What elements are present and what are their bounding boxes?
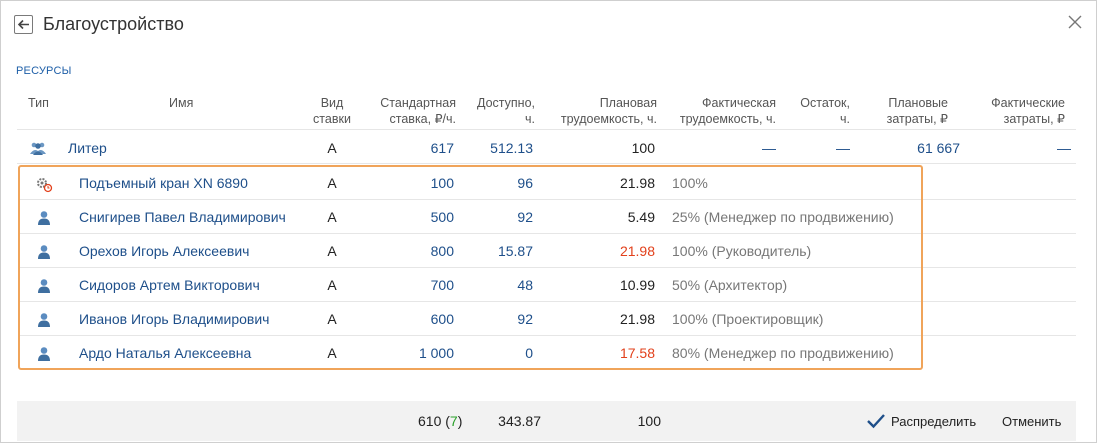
col-plan-cost: Плановые затраты, ₽ [886,96,948,126]
resource-name[interactable]: Орехов Игорь Алексеевич [79,242,249,260]
group-remainder: — [836,140,850,156]
group-plan-cost: 61 667 [917,140,960,156]
person-icon [38,313,50,327]
col-plan-labor: Плановая трудоемкость, ч. [560,96,657,126]
resource-std-rate: 700 [430,277,454,293]
group-fact-labor: — [762,140,776,156]
resource-std-rate: 600 [430,311,454,327]
resource-plan-labor[interactable]: 5.49 [545,208,655,226]
resource-rate-kind: А [327,209,337,225]
col-std-rate: Стандартная ставка, ₽/ч. [380,96,456,126]
person-icon [38,245,50,259]
resource-available: 48 [517,277,533,293]
resource-fact-labor: 25% (Менеджер по продвижению) [672,209,894,225]
col-remainder: Остаток, ч. [800,96,850,126]
row-divider [20,199,1076,200]
group-fact-cost: — [1057,140,1071,156]
row-divider [20,335,1076,336]
col-fact-cost: Фактические затраты, ₽ [991,96,1065,126]
resource-rate-kind: А [327,345,337,361]
footer-rate-count: 7 [449,413,458,429]
resource-available: 92 [517,209,533,225]
resource-std-rate: 100 [430,175,454,191]
footer-available-total: 343.87 [498,413,541,429]
resource-rate-kind: А [327,311,337,327]
resource-fact-labor: 100% (Проектировщик) [672,311,824,327]
dialog-title: Благоустройство [43,14,184,34]
row-divider [20,233,1076,234]
resource-plan-labor[interactable]: 17.58 [545,344,655,362]
row-divider [20,267,1076,268]
cancel-button[interactable]: Отменить [1002,404,1061,438]
resource-name[interactable]: Ардо Наталья Алексеевна [79,344,251,362]
resource-name[interactable]: Подъемный кран XN 6890 [79,174,248,192]
resource-name[interactable]: Сидоров Артем Викторович [79,276,260,294]
row-divider [20,301,1076,302]
resource-fact-labor: 100% (Руководитель) [672,243,812,259]
header-divider [17,129,1076,130]
footer-rate-total: 610 (7) [418,413,463,429]
resource-available: 15.87 [497,243,533,259]
resource-std-rate: 800 [430,243,454,259]
checkmark-icon [867,414,885,429]
resource-available: 96 [517,175,533,191]
person-icon [38,211,50,225]
col-rate-kind: Вид ставки [313,96,351,126]
resource-name[interactable]: Иванов Игорь Владимирович [79,310,269,328]
resource-rate-kind: А [327,175,337,191]
person-icon [38,347,50,361]
col-type: Тип [28,96,49,110]
resource-fact-labor: 50% (Архитектор) [672,277,788,293]
crane-gear-icon [37,178,53,193]
person-icon [38,279,50,293]
resource-std-rate: 500 [430,209,454,225]
group-divider [17,163,1076,164]
resource-fact-labor: 80% (Менеджер по продвижению) [672,345,894,361]
resource-rate-kind: А [327,243,337,259]
group-std-rate: 617 [430,140,454,156]
close-icon[interactable] [1066,13,1084,31]
distribute-button[interactable]: Распределить [866,404,976,438]
col-name: Имя [169,96,194,110]
group-icon [30,142,46,155]
resource-plan-labor[interactable]: 21.98 [545,174,655,192]
group-rate-kind: А [327,140,337,156]
section-label: РЕСУРСЫ [16,65,72,77]
resource-name[interactable]: Снигирев Павел Владимирович [79,208,286,226]
back-button[interactable] [14,15,33,34]
col-available: Доступно, ч. [476,96,535,126]
resource-available: 0 [525,345,533,361]
resource-fact-labor: 100% [672,175,708,191]
resource-plan-labor[interactable]: 10.99 [545,276,655,294]
resource-plan-labor[interactable]: 21.98 [545,242,655,260]
group-name[interactable]: Литер [68,139,107,157]
resource-std-rate: 1 000 [418,345,454,361]
group-available: 512.13 [490,140,533,156]
resource-available: 92 [517,311,533,327]
resource-plan-labor[interactable]: 21.98 [545,310,655,328]
resource-rate-kind: А [327,277,337,293]
col-fact-labor: Фактическая трудоемкость, ч. [679,96,776,126]
group-plan-labor: 100 [631,140,655,156]
arrow-left-icon [17,19,29,30]
footer-labor-total: 100 [637,413,661,429]
